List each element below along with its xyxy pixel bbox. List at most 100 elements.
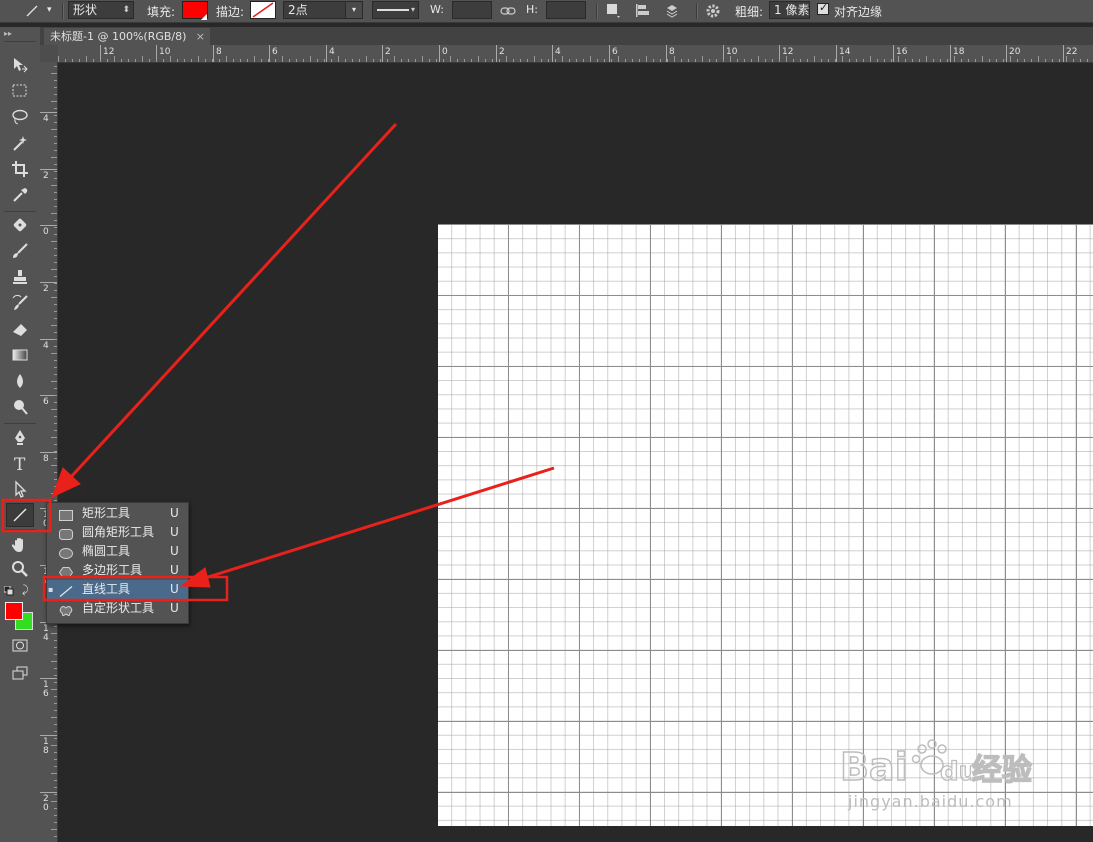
v-ruler-minor-tick [54, 675, 57, 676]
h-ruler-minor-tick [93, 59, 94, 62]
clone-stamp-tool-icon[interactable] [6, 265, 34, 289]
h-ruler-minor-tick [975, 59, 976, 62]
v-ruler-label: 2 [43, 171, 49, 181]
path-alignment-icon[interactable] [634, 2, 652, 23]
h-ruler-minor-tick [940, 59, 941, 62]
stroke-width-input[interactable]: 2点 ▾ [283, 1, 363, 19]
blur-tool-icon[interactable] [6, 369, 34, 393]
collapse-panel-icon[interactable]: ▸▸ [4, 29, 12, 38]
h-ruler-minor-tick [261, 59, 262, 62]
move-tool-icon[interactable] [6, 53, 34, 77]
h-ruler-label: 6 [612, 47, 618, 57]
screen-mode-icon[interactable] [6, 661, 34, 685]
flyout-item-ellipse[interactable]: 椭圆工具 U [47, 542, 188, 561]
line-tool-icon[interactable] [6, 503, 34, 527]
magic-wand-tool-icon[interactable] [6, 131, 34, 155]
marquee-tool-icon[interactable] [6, 79, 34, 103]
h-ruler-minor-tick [464, 59, 465, 62]
h-ruler-minor-tick [751, 59, 752, 62]
line-tool-preset-icon[interactable] [24, 3, 40, 19]
v-ruler-minor-tick [51, 465, 57, 466]
h-ruler-minor-tick [989, 59, 990, 62]
quick-mask-icon[interactable] [6, 633, 34, 657]
v-ruler-minor-tick [51, 269, 57, 270]
flyout-item-rect[interactable]: 矩形工具 U [47, 504, 188, 523]
v-ruler-tick [40, 169, 57, 170]
foreground-color-swatch[interactable] [5, 602, 23, 620]
eyedropper-tool-icon[interactable] [6, 183, 34, 207]
eraser-tool-icon[interactable] [6, 317, 34, 341]
h-ruler-label: 0 [442, 47, 448, 57]
width-input[interactable] [452, 1, 492, 19]
stroke-type-select[interactable]: ▾ [372, 1, 419, 19]
gradient-tool-icon[interactable] [6, 343, 34, 367]
h-ruler-minor-tick [289, 59, 290, 62]
h-ruler-minor-tick [1031, 59, 1032, 62]
v-ruler-tick [40, 452, 57, 453]
close-tab-icon[interactable]: × [196, 28, 205, 45]
v-ruler-minor-tick [54, 234, 57, 235]
ruler-origin[interactable] [40, 45, 58, 62]
fill-color-swatch[interactable]: ◢ [182, 1, 208, 21]
fill-label: 填充: [147, 5, 176, 19]
healing-brush-tool-icon[interactable] [6, 213, 34, 237]
v-ruler-minor-tick [54, 346, 57, 347]
v-ruler-tick [40, 735, 57, 736]
v-ruler-tick [40, 678, 57, 679]
zoom-tool-icon[interactable] [6, 557, 34, 581]
link-dimensions-icon[interactable] [500, 3, 516, 22]
flyout-item-custom-shape[interactable]: 自定形状工具 U [47, 599, 188, 618]
vertical-ruler[interactable]: 42024681 01 21 41 61 82 0 [40, 45, 58, 842]
gear-icon[interactable] [704, 2, 724, 23]
lasso-tool-icon[interactable] [6, 105, 34, 129]
align-edges-checkbox[interactable]: ✓ [817, 1, 829, 15]
stroke-width-dropdown-icon[interactable]: ▾ [345, 2, 362, 18]
v-ruler-minor-tick [54, 836, 57, 837]
swap-colors-icon[interactable]: ⤸ [22, 583, 29, 597]
v-ruler-minor-tick [54, 682, 57, 683]
pen-tool-icon[interactable] [6, 425, 34, 449]
h-ruler-minor-tick [618, 56, 619, 62]
v-ruler-minor-tick [51, 325, 57, 326]
preset-dropdown-arrow-icon[interactable]: ▾ [47, 5, 52, 15]
document-tab[interactable]: 未标题-1 @ 100%(RGB/8) × [44, 28, 210, 45]
flyout-item-line[interactable]: ▪ 直线工具 U [47, 580, 188, 599]
flyout-item-rounded-rect[interactable]: 圆角矩形工具 U [47, 523, 188, 542]
path-arrangement-icon[interactable] [664, 2, 684, 23]
stroke-color-swatch[interactable] [250, 1, 276, 19]
h-ruler-label: 8 [216, 47, 222, 57]
v-ruler-minor-tick [51, 661, 57, 662]
horizontal-ruler[interactable]: 12 10 8 6 4 2 0 2 4 6 8 10 12 14 16 18 20 22 [58, 45, 1093, 63]
flyout-item-polygon[interactable]: 多边形工具 U [47, 561, 188, 580]
v-ruler-minor-tick [54, 164, 57, 165]
h-ruler-minor-tick [1052, 59, 1053, 62]
h-ruler-tick [326, 45, 327, 62]
hand-tool-icon[interactable] [6, 533, 34, 557]
h-ruler-minor-tick [1024, 59, 1025, 62]
v-ruler-minor-tick [54, 80, 57, 81]
h-ruler-minor-tick [737, 59, 738, 62]
h-ruler-label: 6 [272, 47, 278, 57]
weight-input[interactable]: 1 像素 [769, 1, 810, 19]
brush-tool-icon[interactable] [6, 239, 34, 263]
v-ruler-minor-tick [54, 108, 57, 109]
crop-tool-icon[interactable] [6, 157, 34, 181]
height-input[interactable] [546, 1, 586, 19]
h-ruler-minor-tick [996, 59, 997, 62]
dodge-tool-icon[interactable] [6, 395, 34, 419]
h-ruler-minor-tick [1080, 59, 1081, 62]
v-ruler-minor-tick [51, 297, 57, 298]
default-colors-icon[interactable] [3, 585, 14, 599]
h-ruler-minor-tick [954, 56, 955, 62]
polygon-icon [58, 565, 74, 578]
path-operations-icon[interactable] [605, 2, 623, 23]
v-ruler-minor-tick [54, 752, 57, 753]
type-tool-icon[interactable]: T [6, 451, 34, 475]
history-brush-tool-icon[interactable] [6, 291, 34, 315]
h-ruler-minor-tick [555, 59, 556, 62]
v-ruler-minor-tick [51, 129, 57, 130]
path-selection-tool-icon[interactable] [6, 477, 34, 501]
v-ruler-minor-tick [54, 787, 57, 788]
shape-mode-select[interactable]: 形状 ⬍ [68, 1, 134, 19]
v-ruler-minor-tick [51, 241, 57, 242]
